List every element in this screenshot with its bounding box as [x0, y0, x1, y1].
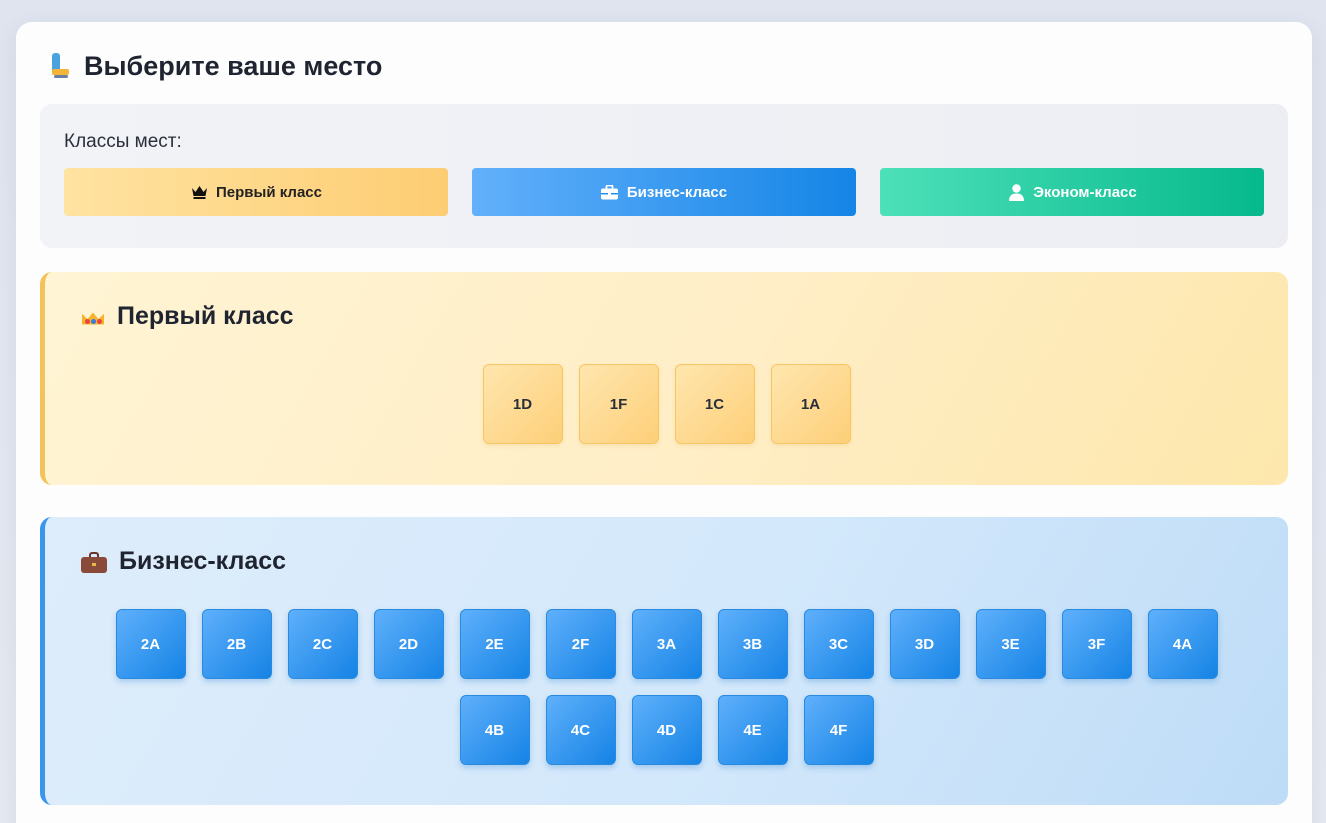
economy-class-button[interactable]: Эконом-класс	[880, 168, 1264, 216]
business-class-section: Бизнес-класс 2A 2B 2C 2D 2E 2F 3A 3B 3C …	[40, 517, 1288, 805]
seat-button[interactable]: 4A	[1147, 609, 1218, 679]
crown-emoji-icon	[81, 307, 105, 327]
first-class-button-label: Первый класс	[216, 183, 322, 201]
seat-button[interactable]: 3C	[803, 609, 874, 679]
briefcase-emoji-icon	[81, 551, 107, 573]
seat-button[interactable]: 2E	[459, 609, 530, 679]
business-class-seats-row-2: 4B 4C 4D 4E 4F	[45, 695, 1288, 765]
first-class-section: Первый класс 1D 1F 1C 1A	[40, 272, 1288, 485]
seat-button[interactable]: 1C	[674, 364, 755, 444]
seat-button[interactable]: 4C	[545, 695, 616, 765]
seat-button[interactable]: 2B	[201, 609, 272, 679]
seat-icon	[48, 51, 72, 81]
first-class-section-title: Первый класс	[81, 302, 294, 331]
seat-button[interactable]: 3D	[889, 609, 960, 679]
seat-button[interactable]: 1D	[482, 364, 563, 444]
seat-button[interactable]: 2D	[373, 609, 444, 679]
seat-classes-label: Классы мест:	[64, 131, 182, 152]
economy-class-button-label: Эконом-класс	[1033, 183, 1137, 201]
seat-selection-card: Выберите ваше место Классы мест: Первый …	[16, 22, 1312, 823]
business-class-section-title-text: Бизнес-класс	[119, 547, 287, 575]
seat-button[interactable]: 3F	[1061, 609, 1132, 679]
user-icon	[1007, 183, 1025, 201]
seat-button[interactable]: 3A	[631, 609, 702, 679]
business-class-section-title: Бизнес-класс	[81, 547, 286, 576]
seat-button[interactable]: 3B	[717, 609, 788, 679]
seat-button[interactable]: 2F	[545, 609, 616, 679]
page-title-text: Выберите ваше место	[84, 50, 383, 81]
seat-button[interactable]: 1F	[578, 364, 659, 444]
first-class-section-title-text: Первый класс	[117, 302, 294, 330]
business-class-button-label: Бизнес-класс	[626, 183, 728, 201]
business-class-seats-row-1: 2A 2B 2C 2D 2E 2F 3A 3B 3C 3D 3E 3F 4A	[45, 609, 1288, 679]
seat-button[interactable]: 2A	[115, 609, 186, 679]
seat-button[interactable]: 4B	[459, 695, 530, 765]
seat-button[interactable]: 4F	[803, 695, 874, 765]
seat-button[interactable]: 4E	[717, 695, 788, 765]
seat-button[interactable]: 3E	[975, 609, 1046, 679]
briefcase-icon	[601, 183, 619, 201]
seat-button[interactable]: 1A	[770, 364, 851, 444]
business-class-button[interactable]: Бизнес-класс	[472, 168, 856, 216]
seat-button[interactable]: 4D	[631, 695, 702, 765]
first-class-seats-row: 1D 1F 1C 1A	[45, 364, 1288, 444]
first-class-button[interactable]: Первый класс	[64, 168, 448, 216]
page-title: Выберите ваше место	[48, 46, 382, 86]
seat-button[interactable]: 2C	[287, 609, 358, 679]
seat-classes-panel: Классы мест: Первый класс Бизнес-класс Э…	[40, 104, 1288, 248]
crown-icon	[190, 183, 208, 201]
